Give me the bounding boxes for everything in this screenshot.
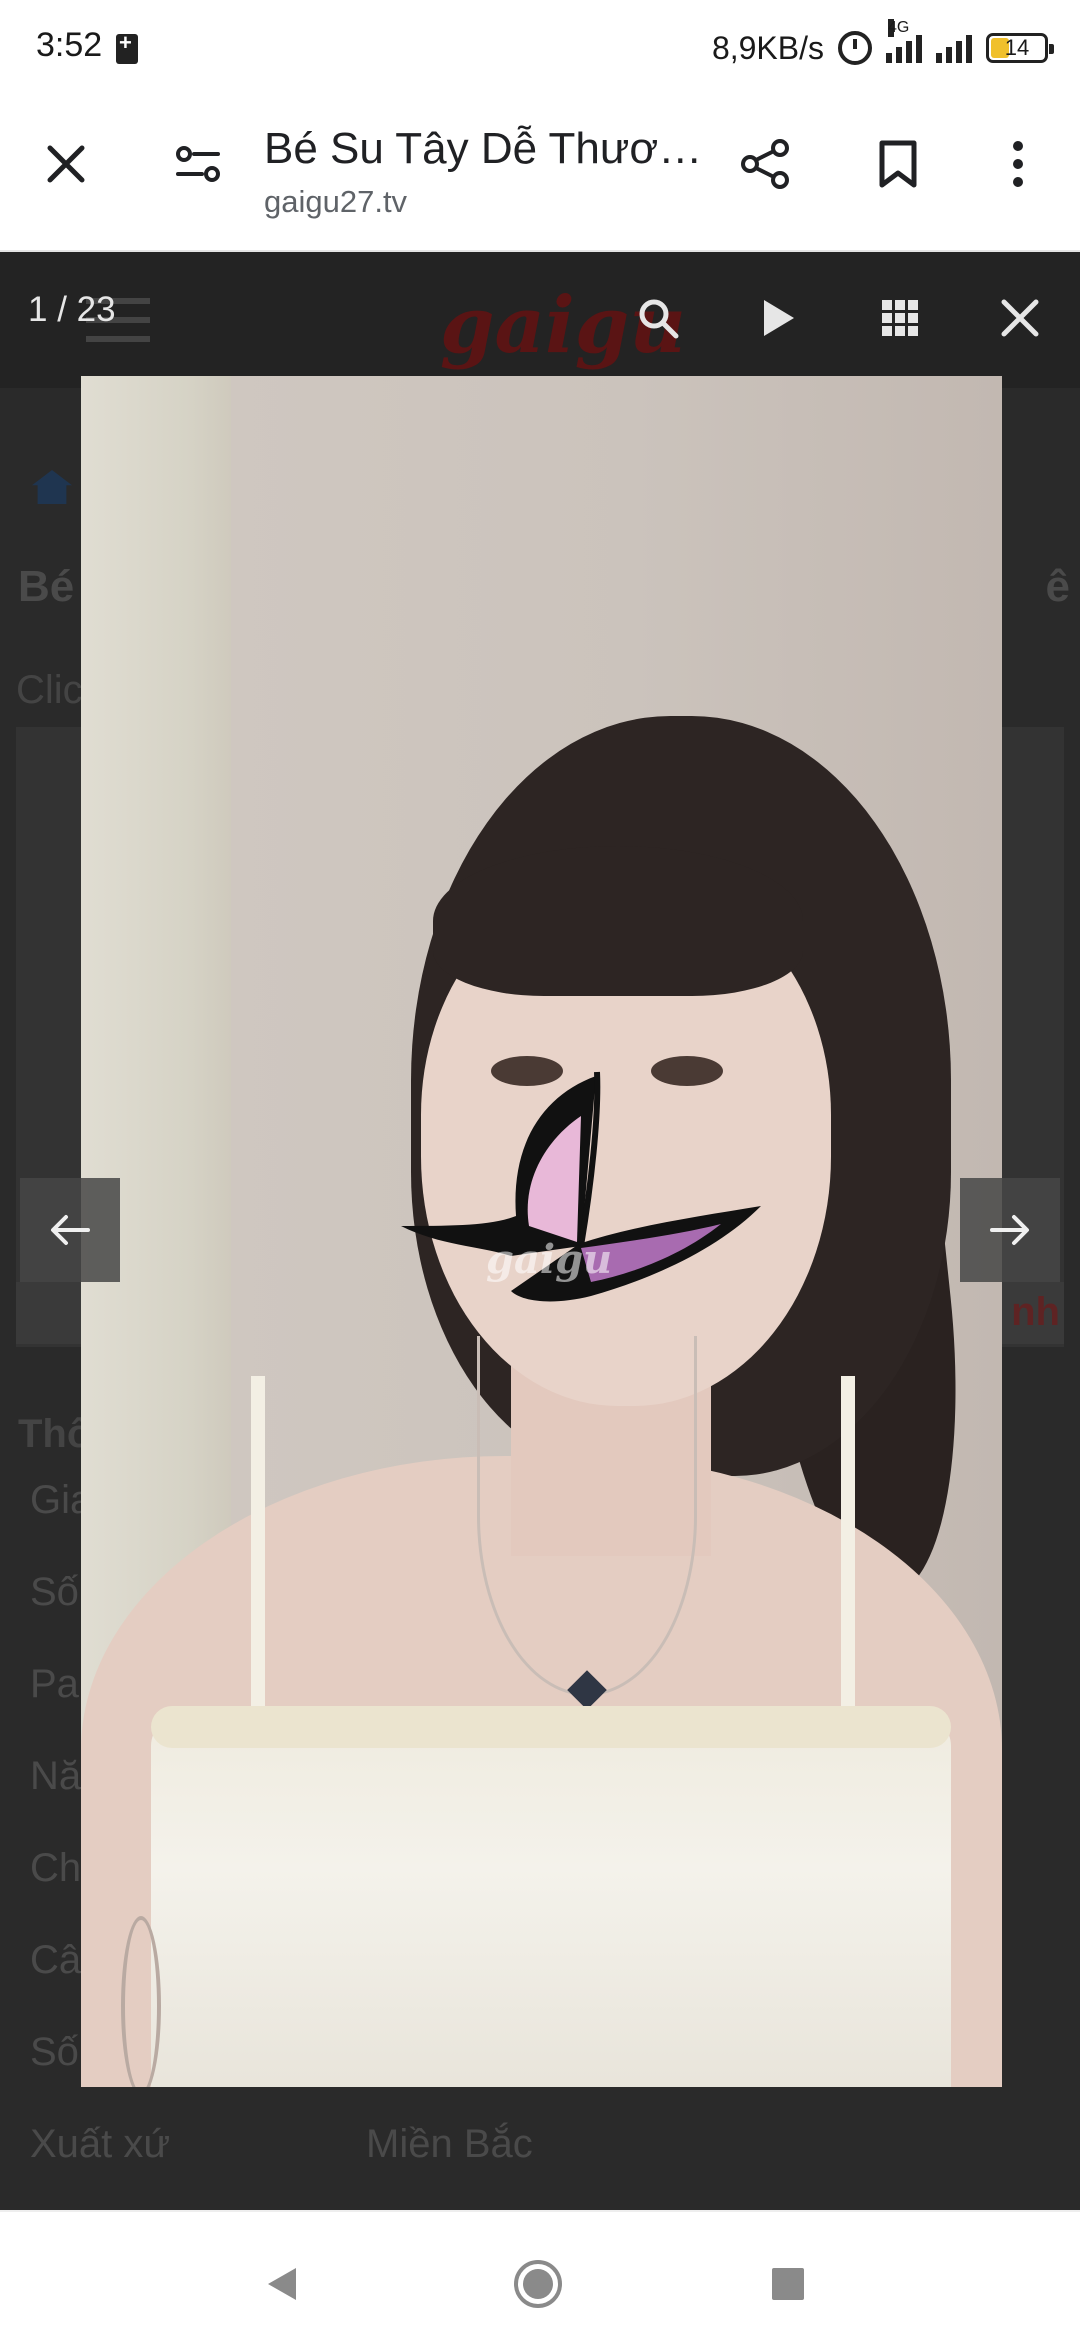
info-row: Câ (30, 1938, 82, 1982)
next-image-button[interactable] (960, 1178, 1060, 1282)
share-button[interactable] (732, 130, 800, 198)
status-bar: 3:52 8,9KB/s 4G 14 (0, 0, 1080, 96)
thumbnails-button[interactable] (868, 286, 932, 350)
bracelet (121, 1916, 161, 2087)
watermark: gaigu (486, 1236, 613, 1283)
alarm-icon (838, 31, 872, 65)
battery-saver-icon (116, 30, 138, 64)
close-icon (47, 145, 85, 183)
page-title: Bé Su Tây Dễ Thươn… (264, 124, 704, 173)
arrow-right-icon (990, 1215, 1029, 1245)
necklace (477, 1336, 697, 1696)
image-counter: 1 / 23 (28, 290, 116, 329)
arrow-left-icon (51, 1215, 90, 1245)
top-frill (151, 1706, 951, 1748)
strap (841, 1376, 855, 1736)
battery-icon: 14 (986, 33, 1054, 63)
grid-icon (882, 300, 918, 336)
home-button[interactable] (508, 2254, 568, 2314)
search-icon (639, 299, 679, 339)
system-navigation-bar (0, 2210, 1080, 2340)
close-lightbox-button[interactable] (988, 286, 1052, 350)
info-row: Pa (30, 1662, 79, 1706)
site-settings-icon (176, 146, 220, 182)
click-hint: Clic (16, 668, 83, 712)
bookmark-icon (879, 140, 917, 188)
bookmark-button[interactable] (864, 130, 932, 198)
strap (251, 1376, 265, 1736)
status-time: 3:52 (36, 26, 103, 64)
site-settings-button[interactable] (164, 130, 232, 198)
close-icon (1001, 299, 1039, 337)
panel-link: nh (1011, 1290, 1060, 1334)
gallery-photo[interactable]: gaigu (81, 376, 1002, 2087)
back-triangle-icon (268, 2268, 296, 2300)
article-heading: Bé (18, 562, 75, 611)
browser-toolbar: Bé Su Tây Dễ Thươn… gaigu27.tv (0, 96, 1080, 252)
info-row: Số (30, 1570, 79, 1614)
signal-4g-icon: 4G (886, 19, 922, 63)
white-top (151, 1716, 951, 2087)
more-options-button[interactable] (984, 130, 1052, 198)
zoom-button[interactable] (626, 286, 690, 350)
recents-button[interactable] (758, 2254, 818, 2314)
play-icon (764, 300, 794, 336)
recents-square-icon (772, 2268, 804, 2300)
status-indicators: 8,9KB/s 4G 14 (711, 19, 1054, 70)
back-button[interactable] (252, 2254, 312, 2314)
article-heading-end: ê (1045, 562, 1070, 611)
more-icon (1013, 141, 1023, 187)
close-tab-button[interactable] (32, 130, 100, 198)
info-row: Xuất xứ Miền Bắc (30, 2122, 533, 2166)
page-title-block[interactable]: Bé Su Tây Dễ Thươn… gaigu27.tv (264, 124, 704, 220)
bangs (433, 846, 803, 996)
share-icon (741, 139, 789, 189)
network-type: 4G (888, 19, 910, 37)
network-speed: 8,9KB/s (711, 29, 824, 66)
info-row: Nă (30, 1754, 82, 1798)
battery-percent: 14 (1004, 35, 1030, 60)
page-url: gaigu27.tv (264, 184, 408, 219)
home-icon (32, 470, 72, 504)
previous-image-button[interactable] (20, 1178, 120, 1282)
home-circle-icon (514, 2260, 562, 2308)
signal-icon (936, 33, 972, 63)
slideshow-button[interactable] (746, 286, 810, 350)
image-lightbox: gaigu Bé ê Clic nh Thô Gia Số Pa Nă Ch C… (0, 252, 1080, 2210)
info-row: Ch (30, 1846, 82, 1890)
